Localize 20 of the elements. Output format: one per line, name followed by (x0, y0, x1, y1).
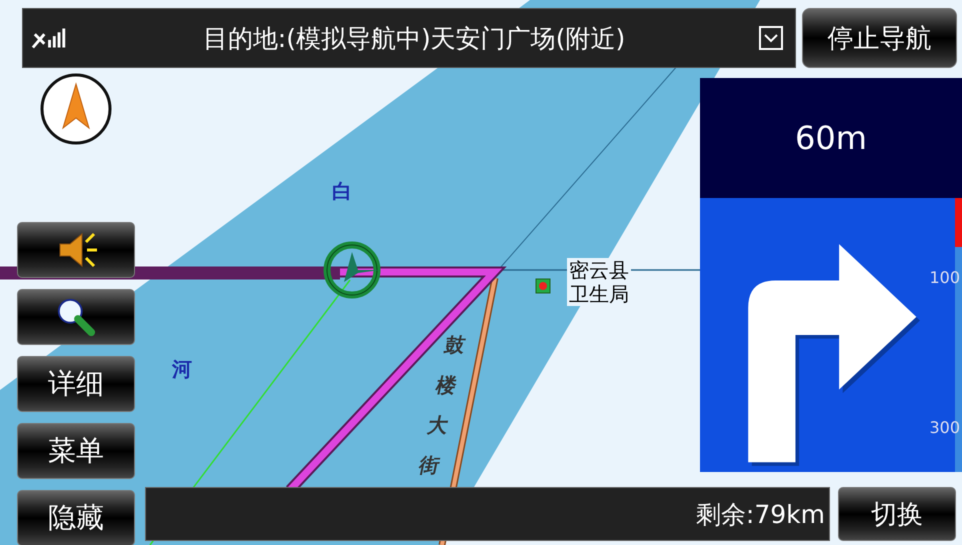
compass-icon (39, 72, 113, 146)
road-label: 鼓楼大街 (416, 332, 468, 479)
remaining-distance-text: 剩余:79km (696, 498, 825, 530)
side-button[interactable]: 详细 (17, 356, 135, 412)
vehicle-position-icon (322, 240, 382, 300)
hospital-icon (535, 278, 551, 294)
river-label: 河 (172, 356, 192, 383)
poi-label: 密云县 卫生局 (567, 258, 631, 306)
switch-button[interactable]: 切换 (838, 487, 956, 541)
stop-navigation-button[interactable]: 停止导航 (802, 8, 957, 68)
distance-text: 60m (795, 119, 867, 157)
dropdown-icon[interactable] (759, 26, 783, 50)
meter-tick-label: 300 (929, 418, 960, 437)
zoom-button[interactable] (17, 289, 135, 345)
side-button[interactable]: 菜单 (17, 423, 135, 479)
side-button[interactable]: 隐藏 (17, 490, 135, 545)
volume-button[interactable] (17, 222, 135, 278)
meter-tick-label: 100 (929, 268, 960, 287)
river-label: 白 (332, 178, 352, 205)
destination-text: 目的地:(模拟导航中)天安门广场(附近) (202, 22, 626, 54)
